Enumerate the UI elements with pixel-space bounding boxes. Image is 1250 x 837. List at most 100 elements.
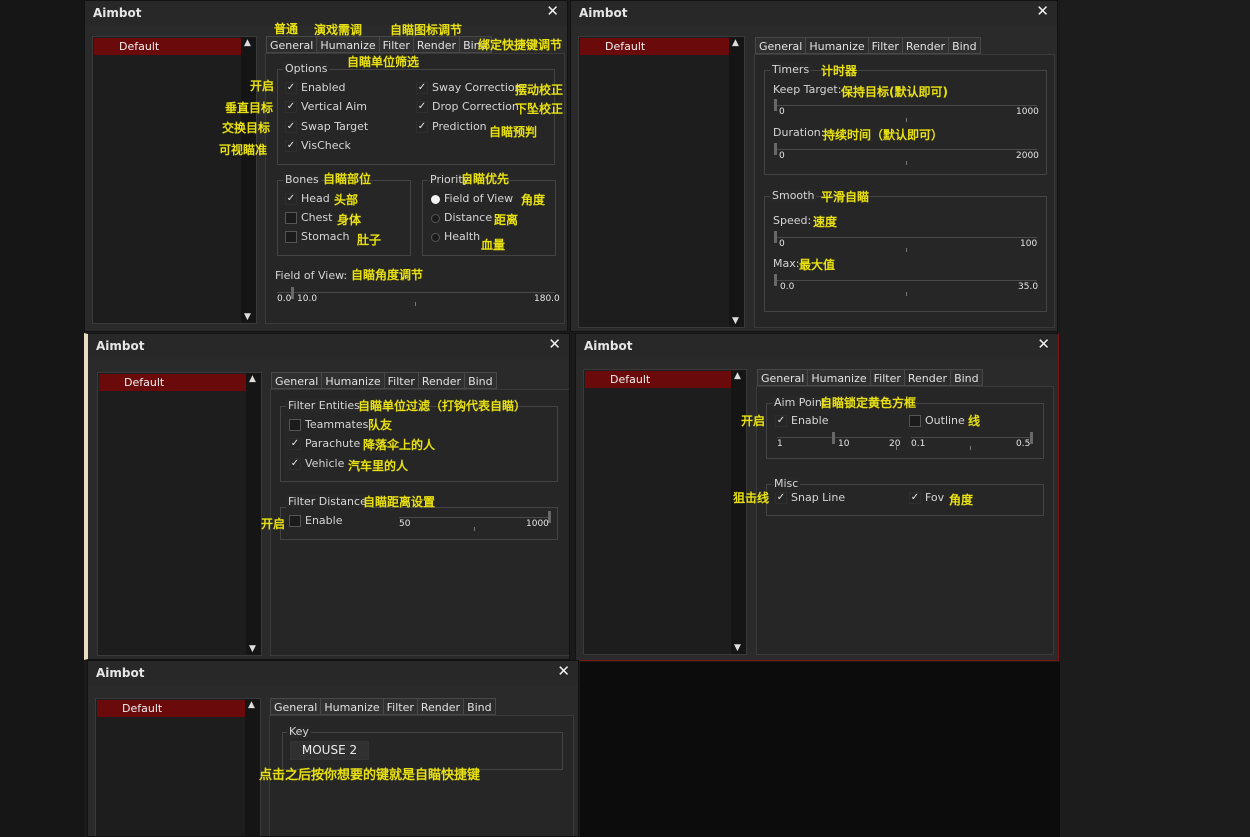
stomach-checkbox[interactable]: Stomach: [285, 230, 350, 244]
vischeck-checkbox[interactable]: ✓ VisCheck: [285, 139, 351, 153]
close-icon[interactable]: ✕: [548, 335, 561, 353]
tab-humanize[interactable]: Humanize: [316, 36, 380, 53]
tab-render[interactable]: Render: [417, 372, 466, 389]
slider-handle[interactable]: [774, 274, 777, 286]
fov-slider-track[interactable]: [277, 292, 555, 293]
field-of-view-radio[interactable]: Field of View: [431, 192, 513, 206]
snap-line-checkbox[interactable]: ✓ Snap Line: [775, 491, 845, 505]
close-icon[interactable]: ✕: [1037, 335, 1050, 353]
list-item-default[interactable]: Default: [585, 371, 732, 388]
radio-icon: [431, 232, 440, 242]
check-icon: ✓: [909, 492, 921, 504]
tab-humanize[interactable]: Humanize: [320, 698, 384, 715]
head-checkbox[interactable]: ✓ Head: [285, 192, 330, 206]
tab-filter[interactable]: Filter: [383, 372, 419, 389]
distance-enable-checkbox[interactable]: Enable: [289, 514, 342, 528]
tab-humanize[interactable]: Humanize: [321, 372, 385, 389]
scroll-up-icon[interactable]: ▲: [244, 38, 251, 48]
vehicle-checkbox[interactable]: ✓ Vehicle: [289, 457, 344, 471]
scroll-up-icon[interactable]: ▲: [248, 700, 255, 710]
title-bar[interactable]: Aimbot ✕: [571, 1, 1057, 25]
enabled-checkbox[interactable]: ✓ Enabled: [285, 81, 345, 95]
duration-slider[interactable]: [775, 149, 1037, 150]
scroll-down-icon[interactable]: ▼: [244, 312, 251, 322]
max-slider[interactable]: [775, 280, 1037, 281]
close-icon[interactable]: ✕: [546, 2, 559, 20]
check-icon: ✓: [285, 101, 297, 113]
vertical-aim-checkbox[interactable]: ✓ Vertical Aim: [285, 100, 367, 114]
tab-bind[interactable]: Bind: [463, 698, 496, 715]
list-item-default[interactable]: Default: [97, 700, 246, 717]
tab-render[interactable]: Render: [416, 698, 465, 715]
tab-render[interactable]: Render: [412, 36, 461, 53]
slider-handle[interactable]: [1030, 432, 1033, 444]
scroll-up-icon[interactable]: ▲: [732, 38, 739, 48]
keep-target-slider[interactable]: [775, 105, 1037, 106]
annotation: 自瞄距离设置: [363, 495, 436, 509]
tab-filter[interactable]: Filter: [869, 369, 905, 386]
tab-filter[interactable]: Filter: [378, 36, 414, 53]
tab-filter[interactable]: Filter: [867, 37, 903, 54]
list-item-default[interactable]: Default: [99, 374, 247, 391]
title-bar[interactable]: Aimbot ✕: [88, 334, 569, 358]
teammates-checkbox[interactable]: Teammates: [289, 418, 368, 432]
title-bar[interactable]: Aimbot ✕: [88, 661, 578, 685]
outline-size-slider[interactable]: [911, 437, 1031, 438]
close-icon[interactable]: ✕: [557, 662, 570, 680]
annotation: 最大值: [799, 258, 836, 272]
aim-point-enable-checkbox[interactable]: ✓ Enable: [775, 414, 828, 428]
tab-general[interactable]: General: [270, 698, 322, 715]
list-scrollbar[interactable]: ▲ ▼: [729, 37, 744, 327]
list-item-default[interactable]: Default: [580, 38, 730, 55]
parachute-checkbox[interactable]: ✓ Parachute: [289, 437, 360, 451]
tab-bind[interactable]: Bind: [948, 37, 981, 54]
slider-handle[interactable]: [774, 99, 777, 111]
sway-correction-checkbox[interactable]: ✓ Sway Correction: [416, 81, 522, 95]
list-scrollbar[interactable]: ▲: [245, 699, 260, 836]
outline-checkbox[interactable]: Outline: [909, 414, 965, 428]
tab-general[interactable]: General: [266, 36, 318, 53]
distance-slider[interactable]: [399, 517, 549, 518]
scroll-up-icon[interactable]: ▲: [734, 371, 741, 381]
scroll-down-icon[interactable]: ▼: [732, 316, 739, 326]
check-icon: ✓: [285, 193, 297, 205]
window-title: Aimbot: [96, 666, 145, 680]
list-scrollbar[interactable]: ▲ ▼: [246, 373, 261, 655]
health-radio[interactable]: Health: [431, 230, 480, 244]
aimbot-window-render: Aimbot ✕ Default ▲ ▼ General Humanize Filter…: [575, 333, 1059, 661]
close-icon[interactable]: ✕: [1036, 2, 1049, 20]
chest-checkbox[interactable]: Chest: [285, 211, 332, 225]
tab-bind[interactable]: Bind: [950, 369, 983, 386]
scroll-up-icon[interactable]: ▲: [249, 374, 256, 384]
distance-radio[interactable]: Distance: [431, 211, 492, 225]
tab-general[interactable]: General: [757, 369, 809, 386]
aim-size-slider[interactable]: [777, 437, 901, 438]
radio-icon: [431, 213, 440, 223]
prediction-checkbox[interactable]: ✓ Prediction: [416, 120, 487, 134]
tab-bind[interactable]: Bind: [464, 372, 497, 389]
scroll-down-icon[interactable]: ▼: [734, 643, 741, 653]
tab-filter[interactable]: Filter: [382, 698, 418, 715]
drop-correction-checkbox[interactable]: ✓ Drop Correction: [416, 100, 519, 114]
check-icon: ✓: [285, 140, 297, 152]
annotation: 角度: [949, 493, 974, 507]
fov-checkbox[interactable]: ✓ Fov: [909, 491, 944, 505]
swap-target-checkbox[interactable]: ✓ Swap Target: [285, 120, 368, 134]
tab-general[interactable]: General: [755, 37, 807, 54]
tab-render[interactable]: Render: [901, 37, 950, 54]
tab-render[interactable]: Render: [903, 369, 952, 386]
tab-humanize[interactable]: Humanize: [805, 37, 869, 54]
title-bar[interactable]: Aimbot ✕: [576, 334, 1058, 358]
desktop-empty: [580, 662, 1060, 837]
tab-humanize[interactable]: Humanize: [807, 369, 871, 386]
list-item-default[interactable]: Default: [94, 38, 242, 55]
speed-slider[interactable]: [775, 237, 1037, 238]
annotation: 肚子: [357, 233, 382, 247]
key-bind-button[interactable]: MOUSE 2: [290, 741, 369, 760]
fov-slider-handle[interactable]: [291, 287, 294, 299]
slider-handle[interactable]: [774, 143, 777, 155]
slider-handle[interactable]: [832, 432, 835, 444]
tab-general[interactable]: General: [271, 372, 323, 389]
scroll-down-icon[interactable]: ▼: [249, 644, 256, 654]
slider-handle[interactable]: [774, 231, 777, 243]
